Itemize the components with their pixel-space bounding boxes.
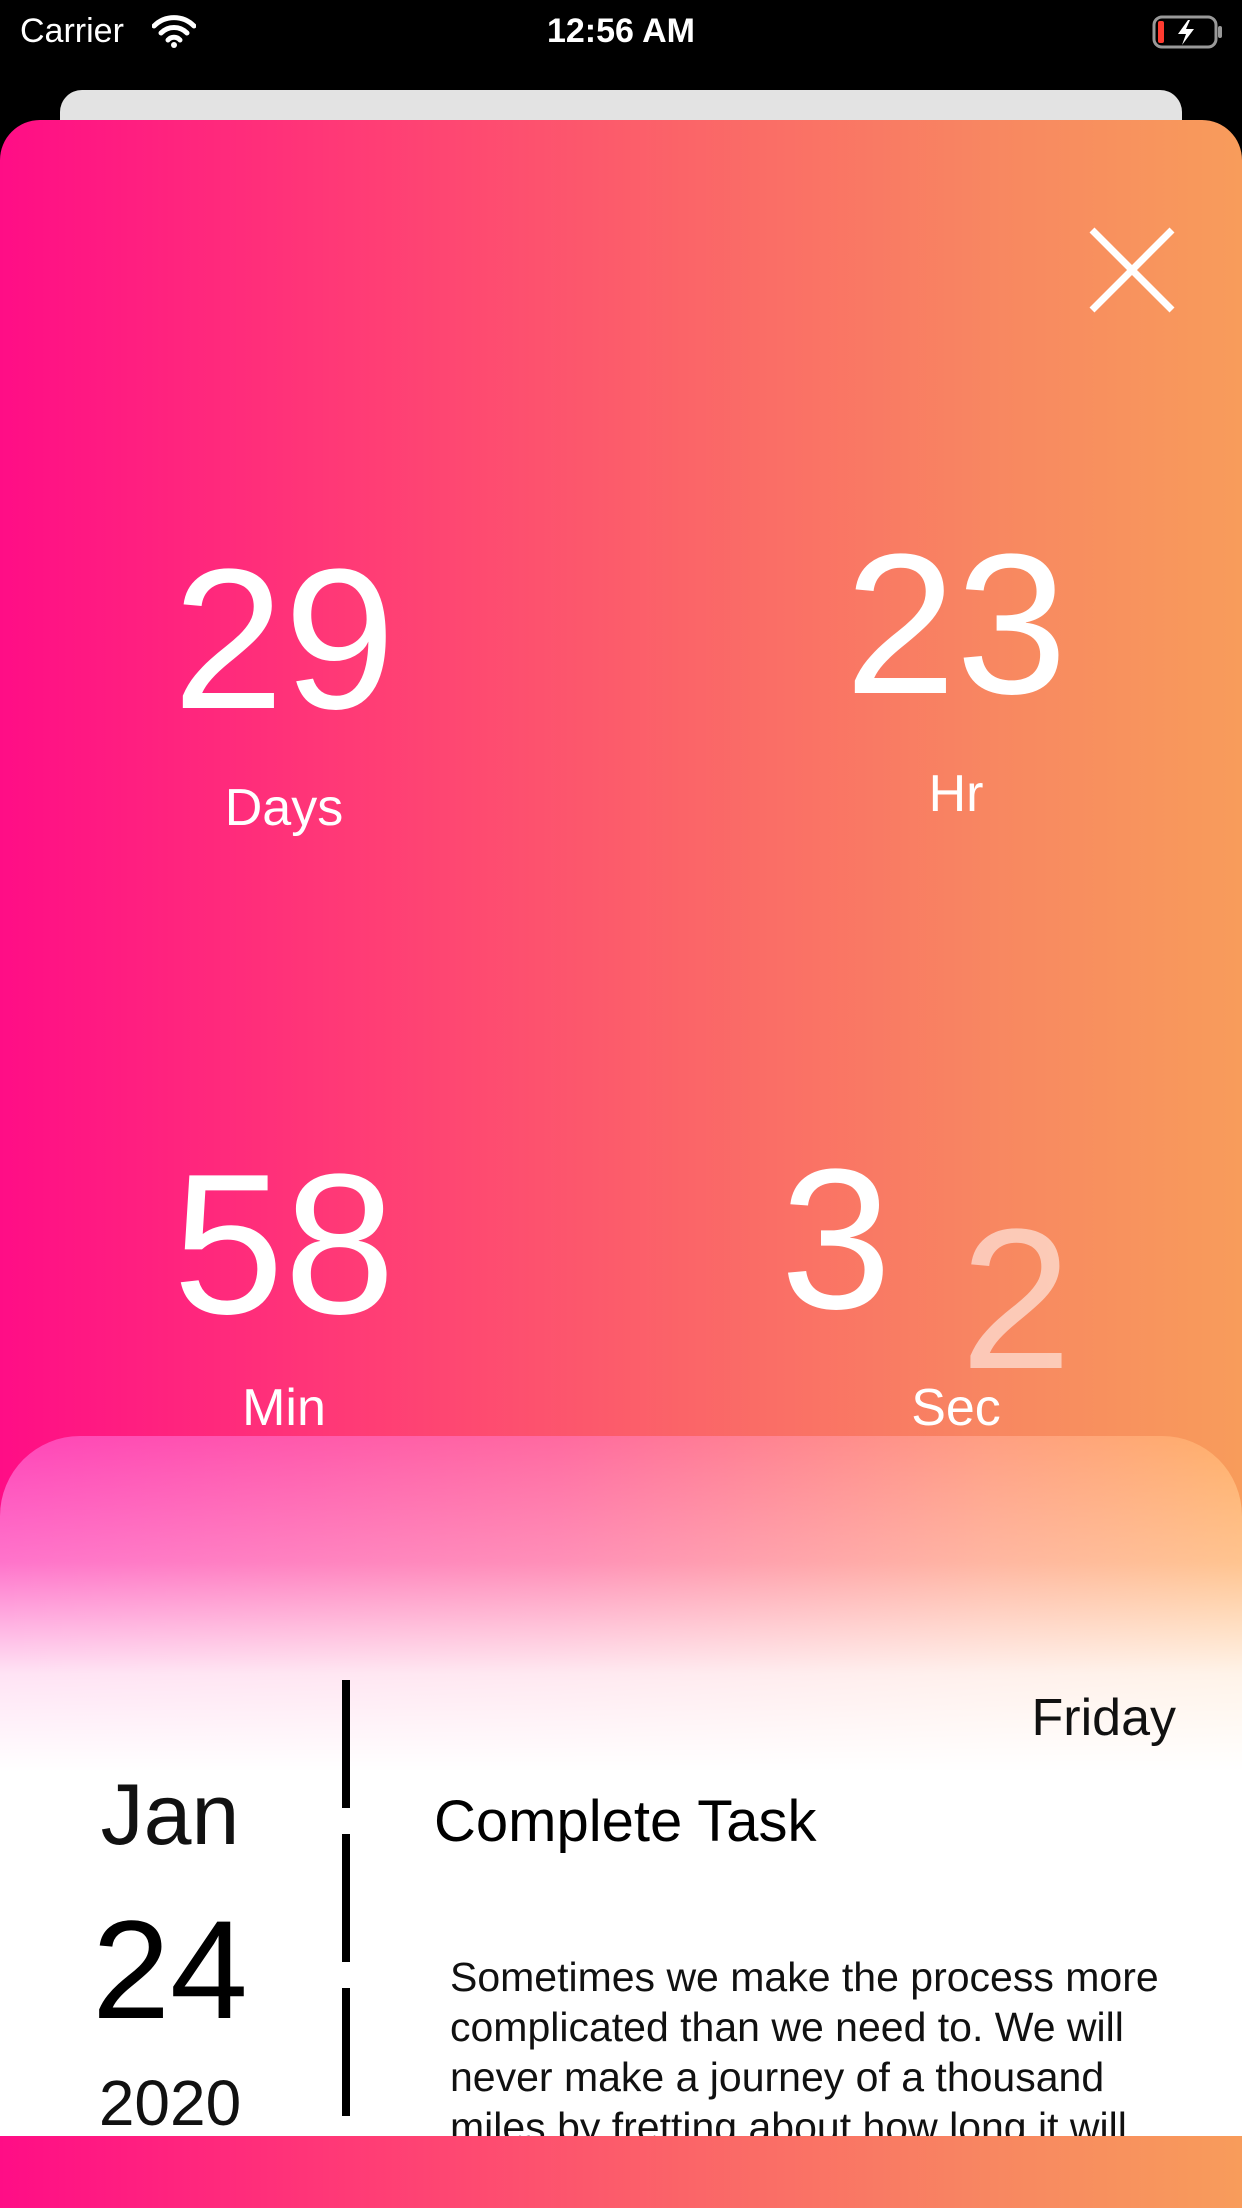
event-month: Jan bbox=[100, 1767, 240, 1863]
close-button[interactable] bbox=[1082, 220, 1182, 320]
minutes-value: 58 bbox=[172, 1133, 396, 1356]
task-description: Sometimes we make the process more compl… bbox=[450, 1954, 1159, 2136]
timeline-divider bbox=[342, 1988, 350, 2116]
event-weekday: Friday bbox=[1031, 1689, 1176, 1747]
hours-value: 23 bbox=[844, 513, 1068, 736]
seconds-value: 3 bbox=[780, 1128, 892, 1351]
event-year: 2020 bbox=[98, 2067, 242, 2136]
minutes-label: Min bbox=[242, 1379, 326, 1437]
close-icon bbox=[1089, 227, 1175, 313]
status-bar: Carrier 12:56 AM bbox=[0, 0, 1242, 64]
battery-charging-icon bbox=[1152, 14, 1224, 59]
timeline-divider bbox=[342, 1834, 350, 1962]
event-day: 24 bbox=[92, 1891, 248, 2048]
days-label: Days bbox=[224, 779, 344, 837]
hours-label: Hr bbox=[928, 765, 984, 823]
seconds-next-value: 2 bbox=[960, 1188, 1072, 1411]
days-value: 29 bbox=[172, 528, 396, 751]
event-card[interactable]: Jan 24 2020 Friday Complete Task Sometim… bbox=[0, 1436, 1242, 2136]
task-title: Complete Task bbox=[434, 1789, 817, 1854]
timeline-divider bbox=[342, 1680, 350, 1808]
status-time: 12:56 AM bbox=[546, 12, 696, 50]
seconds-label: Sec bbox=[911, 1379, 1001, 1437]
